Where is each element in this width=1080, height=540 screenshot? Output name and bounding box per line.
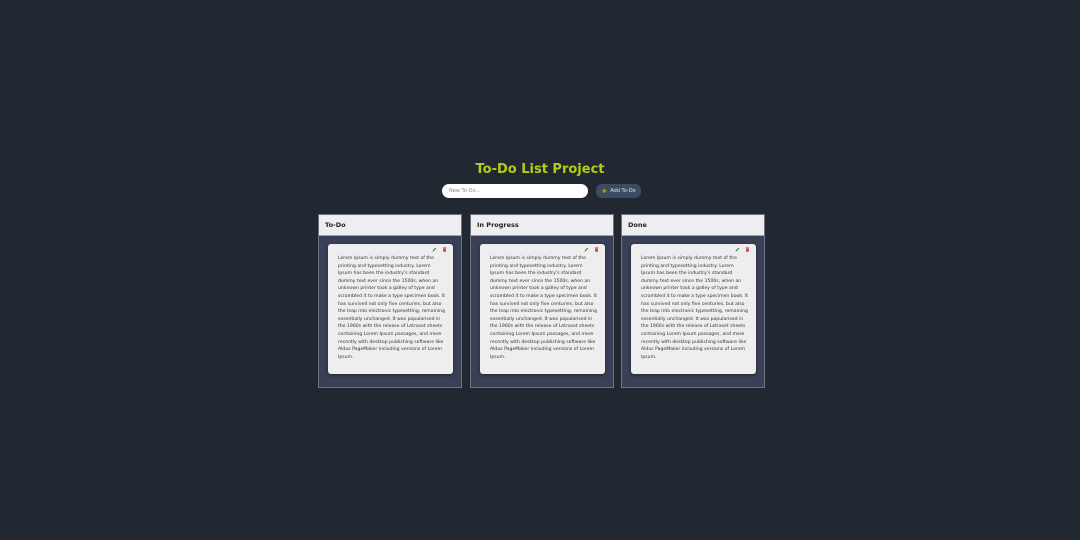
column-title: To-Do (319, 215, 461, 236)
todo-card[interactable]: Lorem Ipsum is simply dummy text of the … (631, 244, 756, 374)
add-todo-label: Add To-Do (610, 188, 636, 194)
trash-icon[interactable] (594, 247, 599, 252)
add-todo-button[interactable]: + Add To-Do (596, 184, 641, 198)
trash-icon[interactable] (442, 247, 447, 252)
trash-icon[interactable] (745, 247, 750, 252)
pencil-icon[interactable] (432, 247, 437, 252)
todo-card[interactable]: Lorem Ipsum is simply dummy text of the … (480, 244, 605, 374)
page-title: To-Do List Project (475, 162, 605, 177)
plus-icon: + (601, 187, 608, 195)
column-title: Done (622, 215, 764, 236)
pencil-icon[interactable] (735, 247, 740, 252)
column-todo: To-Do Lorem Ipsum is simply dummy text o… (318, 214, 462, 388)
column-done: Done Lorem Ipsum is simply dummy text of… (621, 214, 765, 388)
column-in-progress: In Progress Lorem Ipsum is simply dummy … (470, 214, 614, 388)
column-title: In Progress (471, 215, 613, 236)
new-todo-input[interactable] (442, 184, 588, 198)
card-text: Lorem Ipsum is simply dummy text of the … (641, 256, 749, 360)
todo-card[interactable]: Lorem Ipsum is simply dummy text of the … (328, 244, 453, 374)
card-text: Lorem Ipsum is simply dummy text of the … (338, 256, 446, 360)
pencil-icon[interactable] (584, 247, 589, 252)
card-text: Lorem Ipsum is simply dummy text of the … (490, 256, 598, 360)
